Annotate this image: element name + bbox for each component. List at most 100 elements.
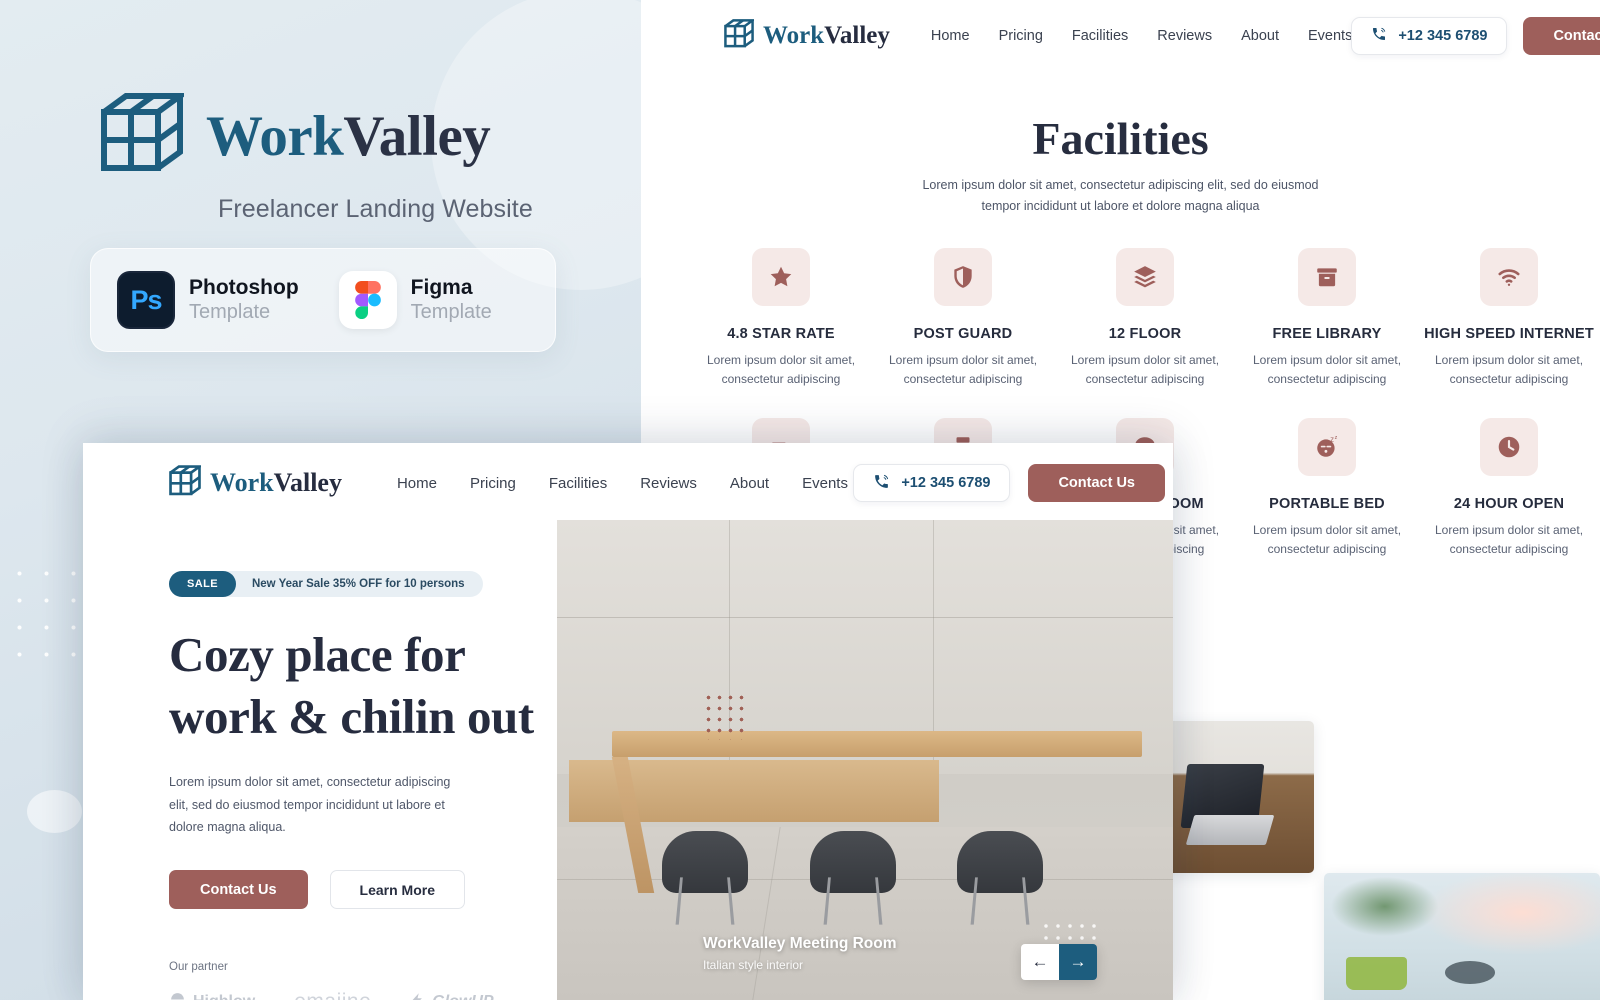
hero-nav-link-pricing[interactable]: Pricing bbox=[470, 475, 516, 492]
hero-phone-number: +12 345 6789 bbox=[901, 475, 991, 491]
navbar-links: Home Pricing Facilities Reviews About Ev… bbox=[931, 28, 1352, 44]
brand-block: WorkValley Freelancer Landing Website bbox=[100, 92, 570, 224]
star-icon bbox=[752, 248, 810, 306]
sale-description: New Year Sale 35% OFF for 10 persons bbox=[251, 578, 465, 590]
hero-nav-link-facilities[interactable]: Facilities bbox=[549, 475, 607, 492]
facility-card: 12 FLOOR Lorem ipsum dolor sit amet, con… bbox=[1054, 248, 1236, 390]
photoshop-type: Template bbox=[189, 301, 271, 324]
figma-icon bbox=[338, 271, 397, 329]
box-icon bbox=[1298, 248, 1356, 306]
decorative-ellipse bbox=[27, 790, 82, 833]
facilities-subtitle: Lorem ipsum dolor sit amet, consectetur … bbox=[922, 178, 1319, 213]
carousel-next-button[interactable]: → bbox=[1059, 944, 1097, 980]
hero-navbar: WorkValley Home Pricing Facilities Revie… bbox=[83, 443, 1173, 523]
sleep-icon: zz bbox=[1298, 417, 1356, 476]
photoshop-name: Photoshop bbox=[189, 275, 299, 299]
facility-desc: Lorem ipsum dolor sit amet, consectetur … bbox=[1070, 353, 1220, 387]
facility-name: POST GUARD bbox=[913, 326, 1013, 342]
hero-nav-link-reviews[interactable]: Reviews bbox=[640, 475, 697, 492]
nav-link-reviews[interactable]: Reviews bbox=[1157, 28, 1212, 44]
shield-icon bbox=[934, 248, 992, 306]
layers-icon bbox=[1116, 248, 1174, 306]
hero-nav-link-about[interactable]: About bbox=[730, 475, 769, 492]
phone-number: +12 345 6789 bbox=[1398, 28, 1488, 44]
facilities-navbar: WorkValley Home Pricing Facilities Revie… bbox=[641, 0, 1600, 72]
nav-link-home[interactable]: Home bbox=[931, 28, 970, 44]
chair bbox=[661, 831, 748, 925]
caption-subtitle: Italian style interior bbox=[703, 958, 804, 972]
photoshop-template-item: Ps Photoshop Template bbox=[117, 271, 299, 329]
facility-card: 24 HOUR OPEN Lorem ipsum dolor sit amet,… bbox=[1418, 417, 1600, 560]
figma-type: Template bbox=[410, 301, 492, 324]
screenshot-stage: WorkValley Freelancer Landing Website Ps… bbox=[0, 0, 1600, 1000]
bolt-icon bbox=[410, 991, 425, 1000]
hero-button-group: Contact Us Learn More bbox=[169, 870, 569, 910]
facility-card: FREE LIBRARY Lorem ipsum dolor sit amet,… bbox=[1236, 248, 1418, 390]
hero-nav-link-events[interactable]: Events bbox=[802, 475, 848, 492]
chair bbox=[957, 831, 1044, 925]
hero-nav-link-home[interactable]: Home bbox=[397, 475, 437, 492]
cube-logo-icon bbox=[169, 464, 204, 502]
facility-desc: Lorem ipsum dolor sit amet, consectetur … bbox=[1252, 353, 1402, 387]
nav-link-about[interactable]: About bbox=[1241, 28, 1279, 44]
hero-primary-cta[interactable]: Contact Us bbox=[169, 870, 308, 910]
hero-headline-line2: work & chilin out bbox=[169, 689, 534, 745]
svg-text:z: z bbox=[1335, 435, 1338, 441]
image-caption: WorkValley Meeting Room Italian style in… bbox=[703, 935, 897, 972]
hero-headline: Cozy place for work & chilin out bbox=[169, 624, 569, 748]
partner-logos: Highlow emajine GlowUP bbox=[169, 990, 569, 1000]
facility-name: HIGH SPEED INTERNET bbox=[1424, 326, 1594, 342]
hero-navbar-logo[interactable]: WorkValley bbox=[169, 464, 342, 502]
facility-card: zz PORTABLE BED Lorem ipsum dolor sit am… bbox=[1236, 417, 1418, 560]
carousel-controls: ← → bbox=[1021, 944, 1097, 980]
hero-contact-us-button[interactable]: Contact Us bbox=[1028, 464, 1165, 502]
carousel-prev-button[interactable]: ← bbox=[1021, 944, 1059, 980]
partner-highlow: Highlow bbox=[169, 991, 255, 1000]
dot-grid-decoration bbox=[6, 560, 86, 670]
facility-desc: Lorem ipsum dolor sit amet, consectetur … bbox=[706, 353, 856, 387]
hero-navbar-links: Home Pricing Facilities Reviews About Ev… bbox=[397, 475, 848, 492]
nav-link-events[interactable]: Events bbox=[1308, 28, 1352, 44]
cube-logo-icon bbox=[724, 18, 757, 54]
facility-name: FREE LIBRARY bbox=[1272, 326, 1382, 342]
clock-icon bbox=[1480, 417, 1538, 476]
template-formats-card: Ps Photoshop Template Figma Template bbox=[90, 248, 556, 352]
facility-desc: Lorem ipsum dolor sit amet, consectetur … bbox=[1434, 353, 1584, 387]
hero-logo-valley: Valley bbox=[273, 468, 342, 497]
phone-ringing-icon bbox=[873, 473, 890, 494]
sale-badge: SALE New Year Sale 35% OFF for 10 person… bbox=[169, 571, 483, 597]
navbar-logo-valley: Valley bbox=[824, 22, 890, 49]
highlow-icon bbox=[169, 991, 186, 1000]
brand-word-valley: Valley bbox=[343, 105, 491, 168]
partner-glowup: GlowUP bbox=[410, 991, 494, 1000]
facility-name: 12 FLOOR bbox=[1108, 326, 1182, 342]
brand-word-work: Work bbox=[206, 105, 344, 168]
partner-label: Our partner bbox=[169, 961, 228, 974]
caption-title: WorkValley Meeting Room bbox=[703, 935, 897, 952]
gallery-photo-desk bbox=[1166, 721, 1314, 873]
wifi-icon bbox=[1480, 248, 1538, 306]
hero-landing-card: WorkValley Home Pricing Facilities Revie… bbox=[83, 443, 1173, 1000]
facility-desc: Lorem ipsum dolor sit amet, consectetur … bbox=[1252, 522, 1402, 557]
hero-image-meeting-room: WorkValley Meeting Room Italian style in… bbox=[557, 520, 1173, 1000]
nav-link-pricing[interactable]: Pricing bbox=[999, 28, 1043, 44]
partner-emajine: emajine bbox=[294, 990, 371, 1000]
facility-card: 4.8 STAR RATE Lorem ipsum dolor sit amet… bbox=[690, 248, 872, 390]
hero-secondary-cta[interactable]: Learn More bbox=[329, 870, 466, 910]
navbar-logo[interactable]: WorkValley bbox=[724, 18, 890, 54]
facility-name: PORTABLE BED bbox=[1269, 495, 1385, 512]
facility-desc: Lorem ipsum dolor sit amet, consectetur … bbox=[888, 353, 1038, 387]
figma-template-item: Figma Template bbox=[338, 271, 492, 329]
sale-tag-label: SALE bbox=[169, 571, 236, 597]
hero-phone-button[interactable]: +12 345 6789 bbox=[853, 464, 1011, 502]
chair bbox=[809, 831, 896, 925]
phone-button[interactable]: +12 345 6789 bbox=[1351, 17, 1508, 55]
contact-us-button[interactable]: Contact Us bbox=[1523, 17, 1600, 55]
hero-paragraph: Lorem ipsum dolor sit amet, consectetur … bbox=[169, 775, 451, 834]
hero-headline-line1: Cozy place for bbox=[169, 627, 466, 682]
facilities-title: Facilities bbox=[1032, 113, 1209, 164]
facility-card: POST GUARD Lorem ipsum dolor sit amet, c… bbox=[872, 248, 1054, 390]
gallery-photo-cafe bbox=[1324, 873, 1600, 1000]
figma-name: Figma bbox=[410, 275, 473, 299]
nav-link-facilities[interactable]: Facilities bbox=[1072, 28, 1128, 44]
